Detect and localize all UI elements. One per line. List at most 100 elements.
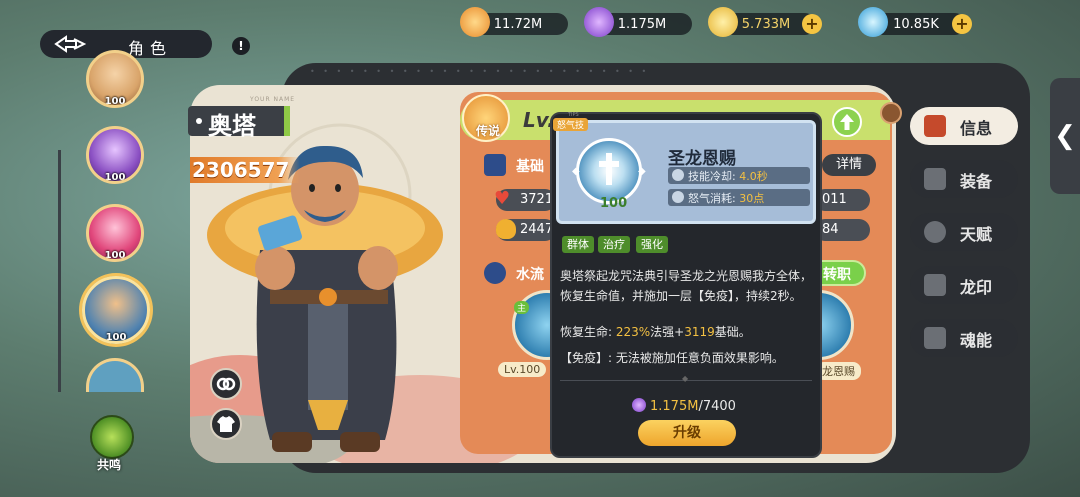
- tab-label: 信息: [960, 119, 993, 138]
- purple-essence-value: 1.175M: [617, 16, 667, 32]
- heal-mid: 法强+: [650, 325, 685, 339]
- power-banner: 2306577: [190, 157, 300, 183]
- hero-list-track: [58, 150, 61, 392]
- hero-name: 奥塔: [208, 112, 256, 140]
- hero-level: 100: [104, 172, 126, 183]
- hero-level: 100: [104, 250, 126, 261]
- page-title: 角色: [128, 39, 173, 58]
- outfit-button[interactable]: [210, 408, 242, 440]
- hero-level: 100: [105, 332, 127, 343]
- skill-icon: [576, 138, 642, 204]
- gold-ingot-value: 5.733M: [741, 16, 791, 32]
- add-gold-button[interactable]: +: [802, 14, 822, 34]
- heal-base: 3119: [684, 325, 715, 339]
- hero-avatar-1[interactable]: 100: [86, 50, 144, 108]
- rage-cost-row: 怒气消耗: 30点: [668, 189, 810, 206]
- heal-line: 恢复生命: 223%法强+3119基础。: [560, 322, 814, 342]
- rage-cost-label: 怒气消耗:: [688, 192, 736, 205]
- resonance-button[interactable]: [90, 415, 134, 459]
- basic-stats-label: 基础: [516, 159, 544, 175]
- hero-avatar-2[interactable]: 100: [86, 126, 144, 184]
- cross-icon: [599, 153, 619, 185]
- tab-label: 装备: [960, 172, 993, 191]
- resonance-label: 共鸣: [97, 458, 122, 472]
- hero-level: 100: [104, 96, 126, 107]
- hp-value: 3721: [520, 192, 554, 207]
- divider-diamond-icon: ◆: [682, 374, 689, 383]
- element-label: 水流: [516, 267, 544, 283]
- link-icon: [216, 377, 236, 391]
- tab-soul-energy[interactable]: 魂能: [910, 319, 1018, 357]
- book-icon: [924, 115, 946, 137]
- moon-icon: [924, 221, 946, 243]
- cooldown-value: 4.0秒: [739, 170, 768, 183]
- sword-icon: [924, 274, 946, 296]
- skill-description: 奥塔祭起龙咒法典引导圣龙之光恩赐我方全体，恢复生命值，并施加一层【免疫】，持续2…: [560, 269, 813, 303]
- hero-power: 2306577: [192, 158, 290, 182]
- skill-tag: 强化: [636, 236, 668, 253]
- cooldown-row: 技能冷却: 4.0秒: [668, 167, 810, 184]
- hero-avatar-3[interactable]: 100: [86, 204, 144, 262]
- tab-equipment[interactable]: 装备: [910, 160, 1018, 198]
- def-value: 2447: [520, 222, 554, 237]
- diamond-left-icon: ◆: [572, 166, 580, 177]
- arrow-up-icon: [840, 114, 854, 130]
- gold-ingot-counter: 5.733M +: [708, 7, 822, 37]
- purple-essence-icon: [584, 7, 614, 37]
- name-accent-bar: [284, 106, 290, 136]
- diamond-value: 10.85K: [893, 16, 939, 32]
- def-row: 2447: [496, 219, 556, 241]
- hero-avatar-selected[interactable]: 100: [82, 276, 150, 344]
- hero-avatar-5[interactable]: [86, 358, 144, 392]
- upgrade-button[interactable]: 升级: [638, 420, 736, 446]
- purple-essence-icon: [632, 398, 646, 412]
- name-dot: [196, 118, 202, 124]
- gold-ingot-icon: [708, 7, 738, 37]
- hero-name-tag: 奥塔: [188, 106, 290, 140]
- diamond-counter: 10.85K +: [858, 7, 972, 37]
- water-element-icon: [484, 262, 506, 284]
- purple-essence-counter: 1.175M: [584, 7, 692, 37]
- tab-label: 天赋: [960, 225, 993, 244]
- skill-tag: 群体: [562, 236, 594, 253]
- skill-name-right: 龙恩赐: [816, 362, 861, 380]
- add-diamond-button[interactable]: +: [952, 14, 972, 34]
- tab-dragon-seal[interactable]: 龙印: [910, 266, 1018, 304]
- rage-cost-value: 30点: [739, 192, 765, 205]
- heal-suffix: 基础。: [714, 325, 751, 339]
- basic-stats-icon: [484, 154, 506, 176]
- skill-name: 圣龙恩赐: [668, 149, 736, 169]
- upgrade-cost: 1.175M/7400: [632, 398, 736, 414]
- cost-have: 1.175M: [650, 399, 699, 414]
- tab-label: 魂能: [960, 331, 993, 350]
- name-watermark: YOUR NAME: [250, 96, 296, 103]
- diamond-icon: [858, 7, 888, 37]
- diamond-right-icon: ◆: [638, 166, 646, 177]
- info-icon[interactable]: !: [232, 37, 250, 55]
- tab-label: 龙印: [960, 278, 993, 297]
- main-skill-tag: 主: [514, 301, 530, 314]
- hp-row: ♥ 3721: [494, 188, 556, 211]
- shirt-icon: [217, 416, 235, 432]
- chevron-left-icon: ❮: [1054, 121, 1076, 151]
- right-stat-row-1: 011: [814, 189, 870, 211]
- tab-info[interactable]: 信息: [910, 107, 1018, 145]
- skill-tag: 治疗: [598, 236, 630, 253]
- sword-icon: [924, 168, 946, 190]
- shield-icon: [496, 219, 516, 239]
- gold-coin-counter: 11.72M: [460, 7, 568, 37]
- collapse-arrow-button[interactable]: ❮: [1050, 78, 1080, 194]
- skill-level: 100: [600, 196, 628, 211]
- link-button[interactable]: [210, 368, 242, 400]
- detail-button[interactable]: 详情: [822, 154, 876, 176]
- right-stat-row-2: 84: [814, 219, 870, 241]
- immune-line: 【免疫】: 无法被施加任意负面效果影响。: [560, 351, 784, 365]
- gold-coin-icon: [460, 7, 490, 37]
- right-stat-value-2: 84: [822, 222, 839, 237]
- skill-level-left: Lv.100: [498, 362, 547, 377]
- level-up-button[interactable]: [832, 107, 862, 137]
- heal-percent: 223%: [615, 325, 651, 339]
- sword-icon: [924, 327, 946, 349]
- tab-talent[interactable]: 天赋: [910, 213, 1018, 251]
- back-icon[interactable]: [54, 35, 86, 53]
